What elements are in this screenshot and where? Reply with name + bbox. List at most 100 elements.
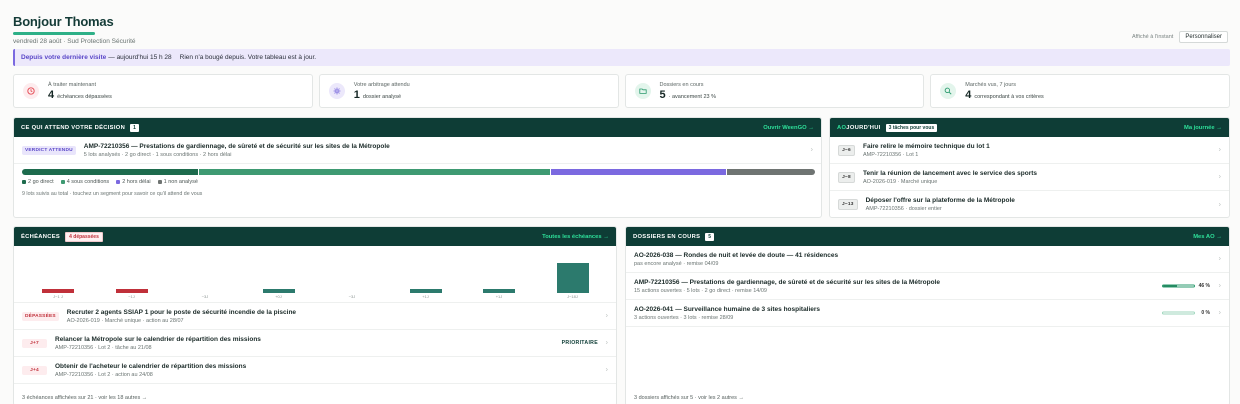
file-row[interactable]: AO-2026-038 — Rondes de nuit et levée de…: [626, 246, 1229, 273]
file-title: AMP-72210356 — Prestations de gardiennag…: [634, 278, 940, 286]
header-actions: Affiché à l'instant Personnaliser: [1132, 31, 1228, 43]
legend-item: 2 hors délai: [116, 179, 151, 185]
last-visit-banner: Depuis votre dernière visite — aujourd'h…: [13, 49, 1230, 66]
chevron-right-icon: ›: [1218, 173, 1221, 181]
lots-segment[interactable]: [550, 169, 727, 175]
chart-tick-label: +1J: [422, 294, 429, 299]
verdict-badge: VERDICT ATTENDU: [22, 145, 76, 155]
task-sub: AMP-72210356 · Lot 1: [863, 151, 919, 158]
today-tag: 3 tâches pour vous: [885, 123, 938, 132]
legend-item: 2 go direct: [22, 179, 54, 185]
task-title: Faire relire le mémoire technique du lot…: [863, 142, 990, 150]
deadlines-chart: J−1 J −1J −3J +0J −3J +1J +1J J−18J: [14, 246, 616, 303]
chart-bar[interactable]: [42, 288, 74, 293]
deadline-sub: AMP-72210356 · Lot 2 · action au 24/08: [55, 371, 153, 378]
deadline-badge: J+7: [22, 338, 47, 348]
task-row[interactable]: J−13 Déposer l'offre sur la plateforme d…: [830, 191, 1229, 217]
files-title: DOSSIERS EN COURS: [633, 233, 701, 240]
deadline-badge: DÉPASSÉES: [22, 311, 59, 321]
chart-bar[interactable]: [483, 288, 515, 293]
my-ao-link[interactable]: Mes AO →: [1193, 234, 1222, 240]
task-sub: AO-2026-019 · Marché unique: [863, 178, 938, 185]
files-count: 5: [705, 232, 715, 241]
kpi-value: 5: [659, 88, 666, 101]
lots-segment[interactable]: [727, 169, 816, 175]
task-row[interactable]: J−8 Tenir la réunion de lancement avec l…: [830, 164, 1229, 191]
my-day-link[interactable]: Ma journée →: [1184, 125, 1222, 131]
file-row[interactable]: AO-2026-041 — Surveillance humaine de 3 …: [626, 300, 1229, 327]
legend-item: 4 sous conditions: [60, 179, 109, 185]
chevron-right-icon: ›: [1218, 309, 1221, 317]
chevron-right-icon: ›: [605, 366, 608, 374]
chevron-right-icon: ›: [605, 312, 608, 320]
chart-bar[interactable]: [262, 288, 295, 293]
chart-tick-label: −1J: [128, 294, 135, 299]
deadline-row[interactable]: J+4 Obtenir de l'acheteur le calendrier …: [14, 357, 616, 384]
deadline-row[interactable]: J+7 Relancer la Métropole sur le calendr…: [14, 330, 616, 357]
kpi-label: Marchés vus, 7 jours: [965, 81, 1016, 88]
deadline-sub: AMP-72210356 · Lot 2 · tâche au 21/08: [55, 344, 152, 351]
decision-count: 1: [130, 123, 139, 132]
chart-bar[interactable]: [556, 263, 589, 293]
chart-tick-label: J−1 J: [53, 294, 63, 299]
kpi-card-overdue[interactable]: À traiter maintenant 4 échéances dépassée…: [13, 74, 313, 108]
deadline-row[interactable]: DÉPASSÉES Recruter 2 agents SSIAP 1 pour…: [14, 303, 616, 330]
chart-bar[interactable]: [409, 288, 442, 293]
decision-row-sub: 5 lots analysés · 2 go direct · 1 sous c…: [83, 151, 232, 158]
banner-strong: Depuis votre dernière visite: [21, 54, 107, 61]
kpi-card-markets[interactable]: Marchés vus, 7 jours 4 correspondant à vo…: [930, 74, 1230, 108]
deadline-title: Relancer la Métropole sur le calendrier …: [55, 335, 261, 343]
task-deadline-badge: J−8: [838, 171, 855, 183]
lots-segment[interactable]: [22, 169, 198, 175]
kpi-card-files[interactable]: Dossiers en cours 5 · avancement 23 %: [624, 74, 925, 108]
file-row[interactable]: AMP-72210356 — Prestations de gardiennag…: [626, 273, 1229, 300]
kpi-label: Votre arbitrage attendu: [353, 81, 410, 88]
files-footer-link[interactable]: 3 dossiers affichés sur 5 · voir les 2 a…: [634, 395, 744, 401]
decision-row-title: AMP-72210356 — Prestations de gardiennag…: [83, 142, 390, 150]
folder-icon: [634, 83, 651, 99]
task-title: Tenir la réunion de lancement avec le se…: [863, 169, 1038, 177]
customize-button[interactable]: Personnaliser: [1179, 31, 1228, 43]
greeting-underline: [13, 32, 95, 35]
page-header: Bonjour Thomas vendredi 28 août · Sud Pr…: [13, 14, 136, 45]
task-row[interactable]: J−6 Faire relire le mémoire technique du…: [830, 137, 1229, 164]
deadlines-title: ÉCHÉANCES: [21, 233, 61, 240]
task-deadline-badge: J−6: [838, 144, 855, 156]
lots-progress-bar[interactable]: [22, 169, 816, 175]
deadlines-header: ÉCHÉANCES 4 dépassées Toutes les échéanc…: [14, 227, 616, 246]
deadlines-panel: ÉCHÉANCES 4 dépassées Toutes les échéanc…: [13, 226, 617, 404]
kpi-sub: correspondant à vos critères: [974, 93, 1044, 100]
file-sub: 3 actions ouvertes · 3 lots · remise 28/…: [634, 314, 734, 321]
gear-icon: [328, 83, 345, 99]
chevron-right-icon: ›: [605, 339, 608, 347]
deadlines-footer-link[interactable]: 3 échéances affichées sur 21 · voir les …: [22, 395, 147, 401]
chart-tick-label: J−18J: [567, 294, 578, 299]
decision-row[interactable]: VERDICT ATTENDU AMP-72210356 — Prestatio…: [14, 137, 821, 164]
deadline-sub: AO-2026-019 · Marché unique · action au …: [66, 317, 184, 324]
chevron-right-icon: ›: [810, 146, 813, 154]
kpi-label: Dossiers en cours: [659, 81, 704, 88]
lots-note: 9 lots suivis au total · touchez un segm…: [22, 191, 203, 197]
all-deadlines-link[interactable]: Toutes les échéances →: [542, 234, 609, 240]
kpi-sub: · avancement 23 %: [668, 93, 717, 100]
greeting-title: Bonjour Thomas: [13, 14, 114, 29]
chart-bar[interactable]: [115, 288, 148, 293]
open-weengo-link[interactable]: Ouvrir WeenGO →: [763, 125, 814, 131]
today-title: AOJOURD'HUI: [837, 124, 881, 131]
file-sub: 15 actions ouvertes · 5 lots · 2 go dire…: [634, 287, 767, 294]
today-panel: AOJOURD'HUI 3 tâches pour vous Ma journé…: [829, 117, 1230, 218]
overdue-tag: 4 dépassées: [65, 231, 103, 242]
task-deadline-badge: J−13: [838, 199, 858, 210]
chart-tick-label: −3J: [201, 294, 209, 299]
file-progress-pct: 46 %: [1198, 283, 1210, 289]
lots-segment[interactable]: [198, 169, 550, 175]
decision-header: CE QUI ATTEND VOTRE DÉCISION 1 Ouvrir We…: [14, 118, 821, 137]
kpi-value: 4: [48, 88, 55, 101]
task-title: Déposer l'offre sur la plateforme de la …: [865, 197, 1015, 204]
files-header: DOSSIERS EN COURS 5 Mes AO →: [626, 227, 1229, 246]
kpi-card-arbitration[interactable]: Votre arbitrage attendu 1 dossier analysé: [318, 74, 619, 108]
deadline-badge: J+4: [22, 365, 47, 375]
clock-icon: [23, 83, 39, 99]
chevron-right-icon: ›: [1218, 255, 1221, 263]
decision-panel: CE QUI ATTEND VOTRE DÉCISION 1 Ouvrir We…: [13, 117, 822, 218]
